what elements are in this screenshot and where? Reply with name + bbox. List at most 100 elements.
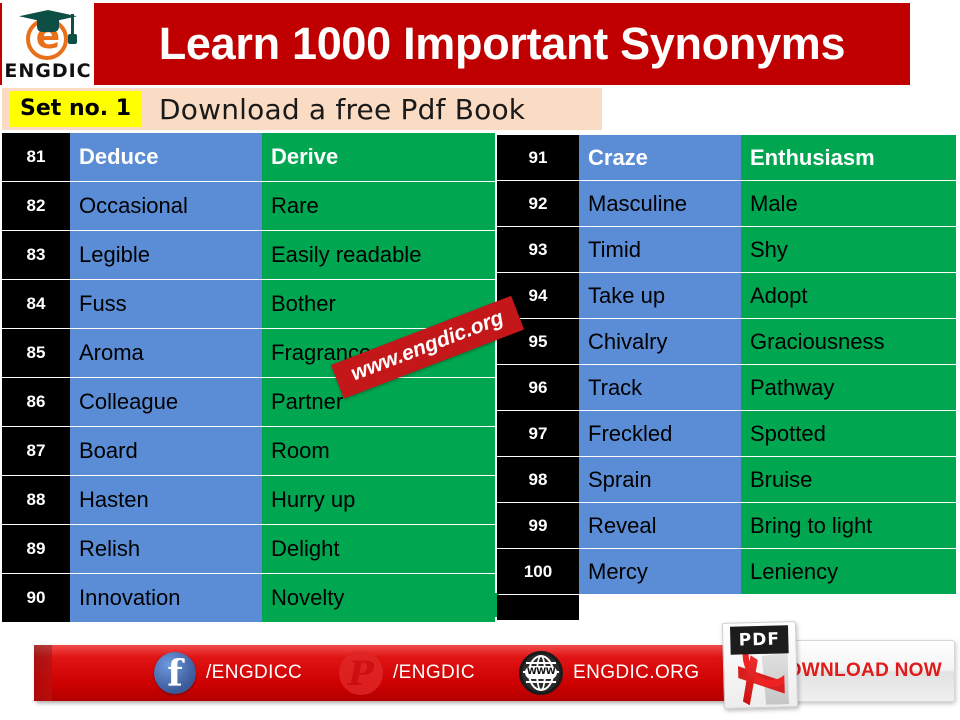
- table-row: 89 Relish Delight: [2, 525, 499, 573]
- synonym-cell: Room: [262, 427, 495, 475]
- word-cell: Innovation: [70, 574, 262, 622]
- synonym-cell: Male: [741, 181, 956, 226]
- logo-tassel-shape: [71, 14, 74, 36]
- table-row: 95 Chivalry Graciousness: [497, 319, 958, 364]
- row-number: 92: [497, 181, 579, 226]
- subtitle-bar: Set no. 1 Download a free Pdf Book: [2, 88, 602, 130]
- pinterest-link[interactable]: P /ENGDIC: [339, 645, 475, 701]
- synonym-cell: Pathway: [741, 365, 956, 410]
- row-number: 82: [2, 182, 70, 230]
- table-row: 96 Track Pathway: [497, 365, 958, 410]
- word-cell: Fuss: [70, 280, 262, 328]
- word-cell: Sprain: [579, 457, 741, 502]
- word-cell: Board: [70, 427, 262, 475]
- row-number: 84: [2, 280, 70, 328]
- row-number: 86: [2, 378, 70, 426]
- right-table-number-filler: [497, 595, 579, 620]
- pdf-file-icon[interactable]: PDF: [721, 621, 799, 709]
- row-number: 100: [497, 549, 579, 594]
- word-cell: Colleague: [70, 378, 262, 426]
- row-number: 93: [497, 227, 579, 272]
- synonym-cell: Leniency: [741, 549, 956, 594]
- synonym-cell: Delight: [262, 525, 495, 573]
- table-row: 93 Timid Shy: [497, 227, 958, 272]
- facebook-link[interactable]: f /ENGDICC: [154, 645, 302, 701]
- row-number: 91: [497, 135, 579, 180]
- table-row: 81 Deduce Derive: [2, 133, 499, 181]
- graduation-cap-e-logo-icon: e: [15, 4, 81, 62]
- page-title: Learn 1000 Important Synonyms: [158, 18, 846, 69]
- set-number-badge: Set no. 1: [10, 91, 142, 127]
- row-number: 99: [497, 503, 579, 548]
- synonym-cell: Novelty: [262, 574, 495, 622]
- row-number: 88: [2, 476, 70, 524]
- logo-tassel-end-shape: [68, 34, 77, 44]
- table-row: 88 Hasten Hurry up: [2, 476, 499, 524]
- word-cell: Occasional: [70, 182, 262, 230]
- word-cell: Deduce: [70, 133, 262, 181]
- synonym-cell: Bruise: [741, 457, 956, 502]
- subtitle-text: Download a free Pdf Book: [159, 92, 526, 126]
- synonym-cell: Shy: [741, 227, 956, 272]
- footer-ribbon: f /ENGDICC P /ENGDIC WWW ENGDIC.ORG: [34, 645, 794, 701]
- globe-www-icon: WWW: [519, 651, 563, 695]
- synonym-cell: Adopt: [741, 273, 956, 318]
- table-row: 99 Reveal Bring to light: [497, 503, 958, 548]
- word-cell: Relish: [70, 525, 262, 573]
- website-url: ENGDIC.ORG: [573, 662, 700, 683]
- globe-www-label: WWW: [525, 666, 557, 679]
- table-row: 86 Colleague Partner: [2, 378, 499, 426]
- word-cell: Masculine: [579, 181, 741, 226]
- pinterest-icon: P: [339, 651, 383, 695]
- synonyms-table-right: 91 Craze Enthusiasm 92 Masculine Male 93 Timid S…: [497, 135, 958, 595]
- synonym-cell: Spotted: [741, 411, 956, 456]
- table-row: 92 Masculine Male: [497, 181, 958, 226]
- word-cell: Reveal: [579, 503, 741, 548]
- word-cell: Aroma: [70, 329, 262, 377]
- facebook-icon: f: [154, 652, 196, 695]
- row-number: 87: [2, 427, 70, 475]
- table-row: 98 Sprain Bruise: [497, 457, 958, 502]
- table-row: 91 Craze Enthusiasm: [497, 135, 958, 180]
- row-number: 90: [2, 574, 70, 622]
- pdf-badge-label: PDF: [729, 625, 789, 655]
- synonyms-table-left: 81 Deduce Derive 82 Occasional Rare 83 Legible E…: [2, 133, 499, 623]
- engdic-logo: e ENGDIC: [2, 2, 94, 86]
- table-row: 87 Board Room: [2, 427, 499, 475]
- word-cell: Mercy: [579, 549, 741, 594]
- table-row: 84 Fuss Bother: [2, 280, 499, 328]
- word-cell: Craze: [579, 135, 741, 180]
- synonym-cell: Enthusiasm: [741, 135, 956, 180]
- table-row: 82 Occasional Rare: [2, 182, 499, 230]
- table-row: 90 Innovation Novelty: [2, 574, 499, 622]
- word-cell: Chivalry: [579, 319, 741, 364]
- synonym-cell: Graciousness: [741, 319, 956, 364]
- facebook-handle: /ENGDICC: [206, 662, 303, 683]
- logo-wordmark: ENGDIC: [4, 60, 92, 82]
- row-number: 97: [497, 411, 579, 456]
- table-row: 94 Take up Adopt: [497, 273, 958, 318]
- row-number: 85: [2, 329, 70, 377]
- table-row: 83 Legible Easily readable: [2, 231, 499, 279]
- word-cell: Legible: [70, 231, 262, 279]
- word-cell: Freckled: [579, 411, 741, 456]
- word-cell: Track: [579, 365, 741, 410]
- row-number: 89: [2, 525, 70, 573]
- synonym-cell: Derive: [262, 133, 495, 181]
- synonym-cell: Bring to light: [741, 503, 956, 548]
- word-cell: Timid: [579, 227, 741, 272]
- row-number: 83: [2, 231, 70, 279]
- word-cell: Take up: [579, 273, 741, 318]
- pinterest-handle: /ENGDIC: [393, 662, 475, 683]
- word-cell: Hasten: [70, 476, 262, 524]
- download-now-label: DOWNLOAD NOW: [772, 660, 942, 681]
- website-link[interactable]: WWW ENGDIC.ORG: [519, 645, 699, 701]
- row-number: 81: [2, 133, 70, 181]
- synonym-cell: Easily readable: [262, 231, 495, 279]
- globe-parallel-top: [526, 662, 556, 664]
- table-row: 97 Freckled Spotted: [497, 411, 958, 456]
- table-row: 100 Mercy Leniency: [497, 549, 958, 594]
- synonym-cell: Rare: [262, 182, 495, 230]
- globe-parallel-bottom: [526, 681, 556, 683]
- row-number: 98: [497, 457, 579, 502]
